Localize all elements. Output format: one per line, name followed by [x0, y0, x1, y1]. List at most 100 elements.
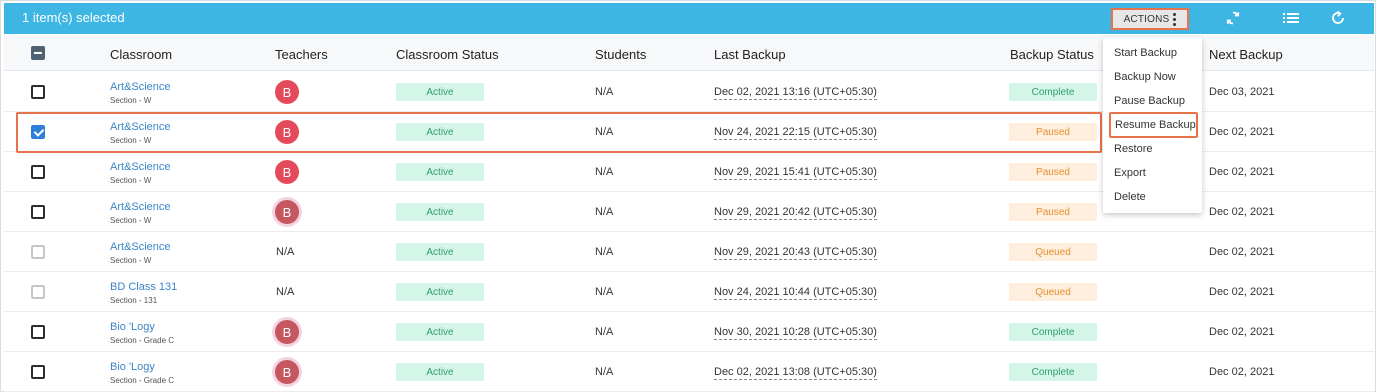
- selection-toolbar: 1 item(s) selected ACTIONS: [4, 3, 1374, 34]
- classroom-status-badge: Active: [396, 243, 484, 261]
- students-count: N/A: [595, 166, 614, 178]
- teacher-na: N/A: [276, 246, 295, 258]
- row-checkbox[interactable]: [31, 85, 45, 99]
- column-header-last-backup[interactable]: Last Backup: [714, 47, 786, 62]
- classroom-name-link[interactable]: Art&Science: [110, 81, 171, 93]
- backup-status-badge: Queued: [1009, 243, 1097, 261]
- classroom-status-badge: Active: [396, 363, 484, 381]
- teacher-avatar[interactable]: B: [275, 120, 299, 144]
- row-checkbox-disabled[interactable]: [31, 285, 45, 299]
- actions-dropdown-menu: Start Backup Backup Now Pause Backup Res…: [1103, 37, 1202, 213]
- selection-count-text: 1 item(s) selected: [22, 10, 125, 25]
- classroom-name-link[interactable]: Art&Science: [110, 161, 171, 173]
- row-checkbox[interactable]: [31, 325, 45, 339]
- students-count: N/A: [595, 326, 614, 338]
- classroom-name-link[interactable]: Art&Science: [110, 241, 171, 253]
- classroom-name-link[interactable]: Art&Science: [110, 201, 171, 213]
- next-backup-date: Dec 02, 2021: [1209, 206, 1275, 218]
- next-backup-date: Dec 02, 2021: [1209, 286, 1275, 298]
- classroom-name-link[interactable]: Art&Science: [110, 121, 171, 133]
- classroom-status-badge: Active: [396, 323, 484, 341]
- menu-item-pause-backup[interactable]: Pause Backup: [1103, 89, 1202, 113]
- column-header-classroom[interactable]: Classroom: [110, 47, 172, 62]
- teacher-avatar[interactable]: B: [275, 360, 299, 384]
- row-checkbox[interactable]: [31, 165, 45, 179]
- classroom-section: Section - W: [110, 96, 152, 105]
- next-backup-date: Dec 02, 2021: [1209, 366, 1275, 378]
- backup-status-badge: Complete: [1009, 323, 1097, 341]
- teacher-avatar[interactable]: B: [275, 160, 299, 184]
- menu-item-backup-now[interactable]: Backup Now: [1103, 65, 1202, 89]
- menu-item-delete[interactable]: Delete: [1103, 185, 1202, 209]
- backup-status-badge: Queued: [1009, 283, 1097, 301]
- teacher-na: N/A: [276, 286, 295, 298]
- last-backup-time: Dec 02, 2021 13:08 (UTC+05:30): [714, 366, 877, 380]
- table-row[interactable]: Bio 'Logy Section - Grade C B Active N/A…: [4, 352, 1374, 392]
- backup-status-badge: Paused: [1009, 123, 1097, 141]
- last-backup-time: Dec 02, 2021 13:16 (UTC+05:30): [714, 86, 877, 100]
- classroom-section: Section - W: [110, 136, 152, 145]
- classroom-status-badge: Active: [396, 83, 484, 101]
- row-checkbox[interactable]: [31, 205, 45, 219]
- last-backup-time: Nov 29, 2021 20:42 (UTC+05:30): [714, 206, 877, 220]
- students-count: N/A: [595, 246, 614, 258]
- next-backup-date: Dec 03, 2021: [1209, 86, 1275, 98]
- classroom-section: Section - 131: [110, 296, 158, 305]
- refresh-icon[interactable]: [1327, 8, 1349, 28]
- menu-item-resume-backup[interactable]: Resume Backup: [1109, 112, 1198, 138]
- classroom-status-badge: Active: [396, 283, 484, 301]
- next-backup-date: Dec 02, 2021: [1209, 126, 1275, 138]
- next-backup-date: Dec 02, 2021: [1209, 166, 1275, 178]
- students-count: N/A: [595, 366, 614, 378]
- last-backup-time: Nov 24, 2021 10:44 (UTC+05:30): [714, 286, 877, 300]
- actions-button-label: ACTIONS: [1123, 13, 1170, 25]
- classroom-section: Section - W: [110, 216, 152, 225]
- classroom-status-badge: Active: [396, 163, 484, 181]
- classroom-section: Section - W: [110, 176, 152, 185]
- sync-icon[interactable]: [1222, 8, 1244, 28]
- teacher-avatar[interactable]: B: [275, 320, 299, 344]
- backup-status-badge: Paused: [1009, 203, 1097, 221]
- last-backup-time: Nov 24, 2021 22:15 (UTC+05:30): [714, 126, 877, 140]
- last-backup-time: Nov 29, 2021 15:41 (UTC+05:30): [714, 166, 877, 180]
- column-header-teachers[interactable]: Teachers: [275, 47, 328, 62]
- students-count: N/A: [595, 126, 614, 138]
- backup-status-badge: Paused: [1009, 163, 1097, 181]
- classroom-name-link[interactable]: Bio 'Logy: [110, 361, 155, 373]
- row-checkbox[interactable]: [31, 365, 45, 379]
- actions-button[interactable]: ACTIONS: [1111, 8, 1189, 30]
- backup-status-badge: Complete: [1009, 83, 1097, 101]
- classroom-status-badge: Active: [396, 203, 484, 221]
- table-row[interactable]: Art&Science Section - W N/A Active N/A N…: [4, 232, 1374, 272]
- column-header-backup-status[interactable]: Backup Status: [1010, 47, 1094, 62]
- classroom-name-link[interactable]: Bio 'Logy: [110, 321, 155, 333]
- backup-table-panel: 1 item(s) selected ACTIONS Classroom Tea…: [0, 0, 1376, 392]
- row-checkbox-disabled[interactable]: [31, 245, 45, 259]
- students-count: N/A: [595, 206, 614, 218]
- classroom-name-link[interactable]: BD Class 131: [110, 281, 177, 293]
- classroom-section: Section - Grade C: [110, 376, 175, 385]
- menu-item-export[interactable]: Export: [1103, 161, 1202, 185]
- students-count: N/A: [595, 86, 614, 98]
- menu-item-restore[interactable]: Restore: [1103, 137, 1202, 161]
- table-row[interactable]: Bio 'Logy Section - Grade C B Active N/A…: [4, 312, 1374, 352]
- teacher-avatar[interactable]: B: [275, 80, 299, 104]
- students-count: N/A: [595, 286, 614, 298]
- list-icon[interactable]: [1280, 8, 1302, 28]
- menu-item-start-backup[interactable]: Start Backup: [1103, 41, 1202, 65]
- teacher-avatar[interactable]: B: [275, 200, 299, 224]
- column-header-next-backup[interactable]: Next Backup: [1209, 47, 1283, 62]
- classroom-status-badge: Active: [396, 123, 484, 141]
- table-row[interactable]: BD Class 131 Section - 131 N/A Active N/…: [4, 272, 1374, 312]
- column-header-students[interactable]: Students: [595, 47, 646, 62]
- backup-status-badge: Complete: [1009, 363, 1097, 381]
- last-backup-time: Nov 30, 2021 10:28 (UTC+05:30): [714, 326, 877, 340]
- classroom-section: Section - W: [110, 256, 152, 265]
- column-header-classroom-status[interactable]: Classroom Status: [396, 47, 499, 62]
- next-backup-date: Dec 02, 2021: [1209, 326, 1275, 338]
- last-backup-time: Nov 29, 2021 20:43 (UTC+05:30): [714, 246, 877, 260]
- next-backup-date: Dec 02, 2021: [1209, 246, 1275, 258]
- kebab-icon: [1173, 12, 1177, 26]
- select-all-checkbox[interactable]: [31, 46, 45, 60]
- row-checkbox-checked[interactable]: [31, 125, 45, 139]
